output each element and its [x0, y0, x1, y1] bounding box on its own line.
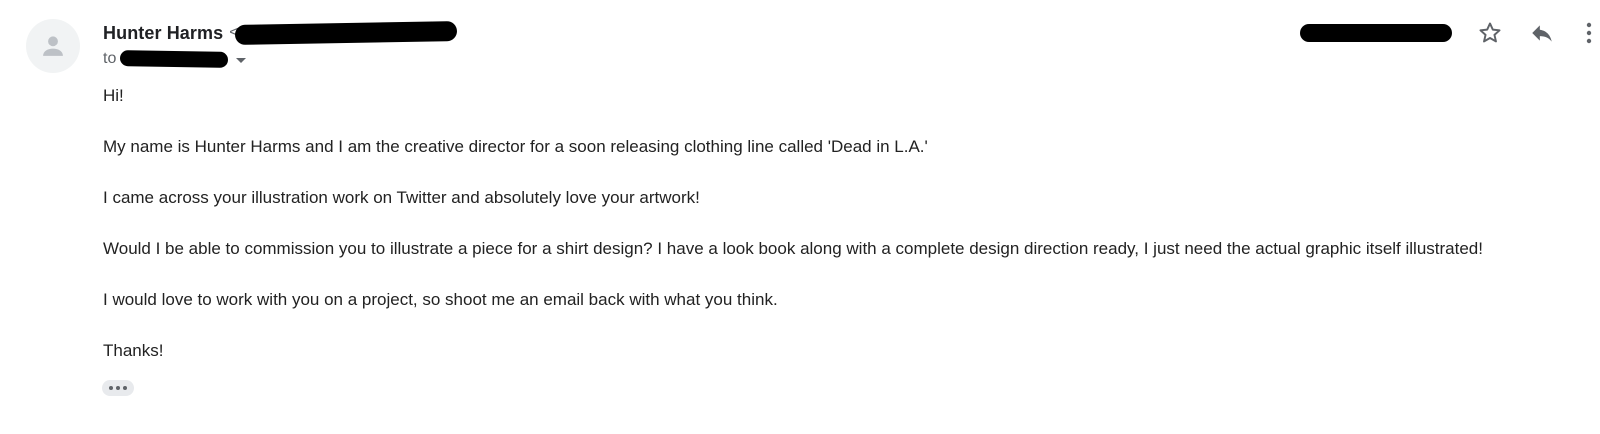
message-body: Hi! My name is Hunter Harms and I am the…: [103, 84, 1583, 390]
ellipsis-icon: [109, 386, 113, 390]
redacted-recipient: [120, 50, 229, 68]
star-icon: [1479, 22, 1501, 43]
more-options-button[interactable]: [1578, 17, 1600, 49]
reply-button[interactable]: [1526, 17, 1558, 49]
message-paragraph-compliment: I came across your illustration work on …: [103, 188, 700, 207]
message-paragraph-signoff: Thanks!: [103, 341, 164, 360]
sender-avatar[interactable]: [26, 19, 80, 73]
reply-icon: [1532, 25, 1552, 42]
sender-name[interactable]: Hunter Harms: [103, 23, 223, 44]
message-actions: [1300, 18, 1600, 48]
message-paragraph-request: Would I be able to commission you to ill…: [103, 239, 1483, 258]
recipient-prefix: to: [103, 50, 117, 67]
redacted-sender-email: [234, 21, 457, 45]
recipient-row: to: [103, 48, 1600, 70]
message-paragraph-intro: My name is Hunter Harms and I am the cre…: [103, 137, 928, 156]
show-trimmed-content-button[interactable]: [102, 380, 134, 396]
message-paragraph-followup: I would love to work with you on a proje…: [103, 290, 778, 309]
person-icon: [43, 36, 63, 56]
message-paragraph-greeting: Hi!: [103, 86, 124, 105]
ellipsis-dot: [116, 386, 120, 390]
ellipsis-dot: [123, 386, 127, 390]
redacted-date: [1300, 24, 1452, 42]
recipient-details-dropdown-icon[interactable]: [236, 57, 247, 63]
more-vertical-icon: [1586, 22, 1592, 44]
star-button[interactable]: [1474, 17, 1506, 49]
